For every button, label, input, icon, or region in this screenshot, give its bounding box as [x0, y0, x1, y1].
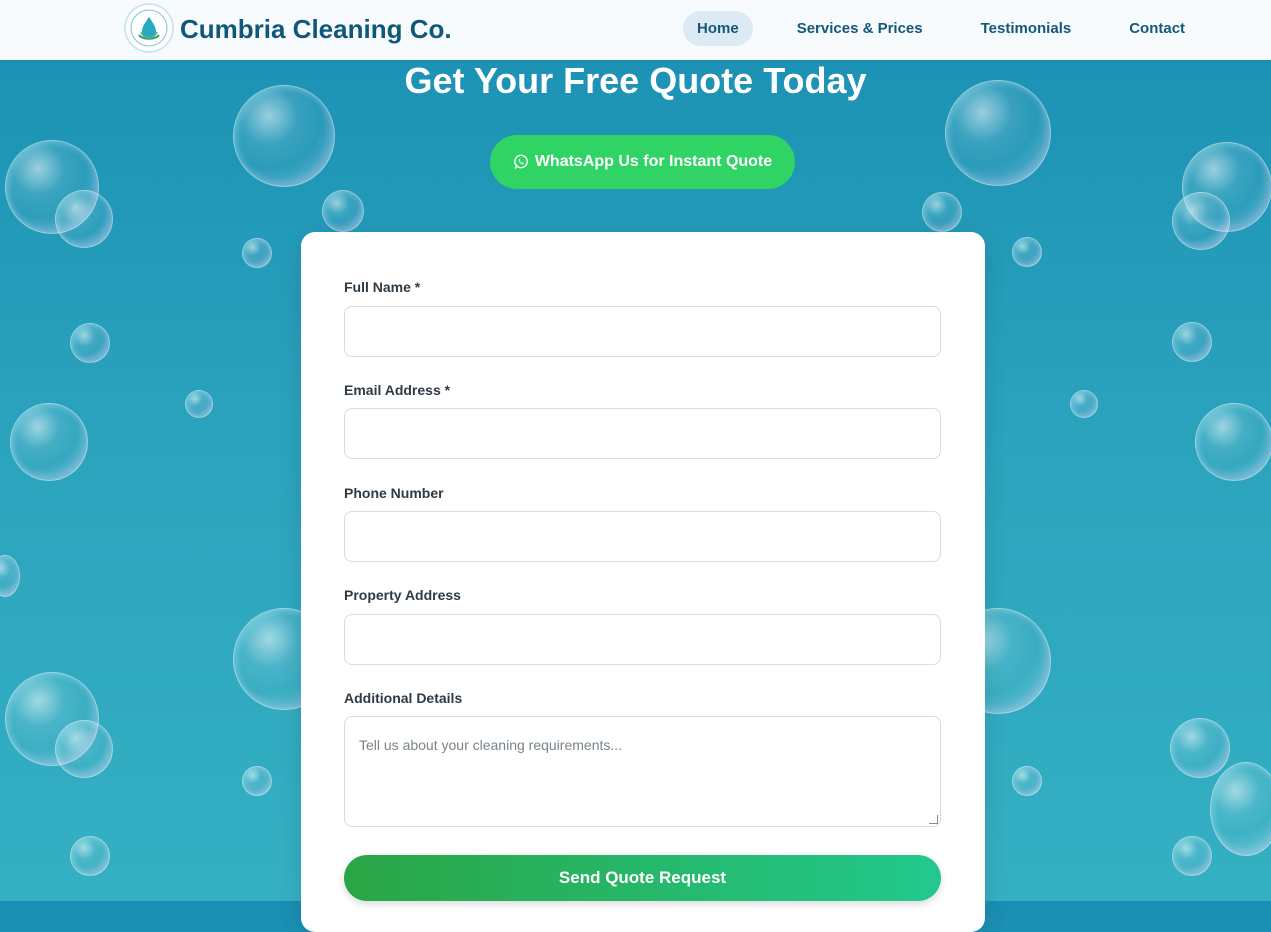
- bubble: [1012, 766, 1042, 796]
- logo[interactable]: [124, 3, 174, 53]
- nav-services-prices[interactable]: Services & Prices: [783, 11, 937, 46]
- main-nav: Home Services & Prices Testimonials Cont…: [683, 11, 1215, 46]
- full-name-field[interactable]: [344, 306, 941, 357]
- page-title: Get Your Free Quote Today: [404, 60, 867, 101]
- email-field[interactable]: [344, 408, 941, 459]
- nav-home[interactable]: Home: [683, 11, 753, 46]
- whatsapp-button[interactable]: WhatsApp Us for Instant Quote: [490, 135, 795, 189]
- bubble: [185, 390, 213, 418]
- bubble: [1210, 762, 1271, 856]
- bubble: [55, 720, 113, 778]
- bubble: [10, 403, 88, 481]
- bubble: [242, 766, 272, 796]
- bubble: [1195, 403, 1271, 481]
- bubble: [70, 836, 110, 876]
- bubble: [1172, 322, 1212, 362]
- send-quote-button[interactable]: Send Quote Request: [344, 855, 941, 901]
- bubble: [322, 190, 364, 232]
- nav-testimonials[interactable]: Testimonials: [967, 11, 1086, 46]
- additional-details-placeholder: Tell us about your cleaning requirements…: [359, 737, 623, 753]
- resize-handle-icon[interactable]: [929, 815, 938, 824]
- additional-details-label: Additional Details: [344, 690, 463, 706]
- brand-name[interactable]: Cumbria Cleaning Co.: [180, 14, 452, 45]
- email-label: Email Address *: [344, 382, 451, 398]
- full-name-label: Full Name *: [344, 279, 421, 295]
- phone-field[interactable]: [344, 511, 941, 562]
- bubble: [1172, 836, 1212, 876]
- bubble: [70, 323, 110, 363]
- whatsapp-icon: [513, 154, 528, 169]
- whatsapp-button-label: WhatsApp Us for Instant Quote: [534, 153, 773, 170]
- logo-icon: [130, 9, 168, 47]
- site-header: Cumbria Cleaning Co. Home Services & Pri…: [0, 0, 1271, 60]
- bubble: [242, 238, 272, 268]
- property-address-field[interactable]: [344, 614, 941, 665]
- bubble: [922, 192, 962, 232]
- bubble: [1172, 192, 1230, 250]
- bubble: [1012, 237, 1042, 267]
- bubble: [0, 555, 20, 597]
- phone-label: Phone Number: [344, 485, 444, 501]
- property-address-label: Property Address: [344, 587, 461, 603]
- quote-form: Full Name * Email Address * Phone Number…: [301, 232, 985, 932]
- nav-contact[interactable]: Contact: [1115, 11, 1199, 46]
- bubble: [1170, 718, 1230, 778]
- additional-details-field[interactable]: Tell us about your cleaning requirements…: [344, 716, 941, 827]
- bubble: [1070, 390, 1098, 418]
- bubble: [55, 190, 113, 248]
